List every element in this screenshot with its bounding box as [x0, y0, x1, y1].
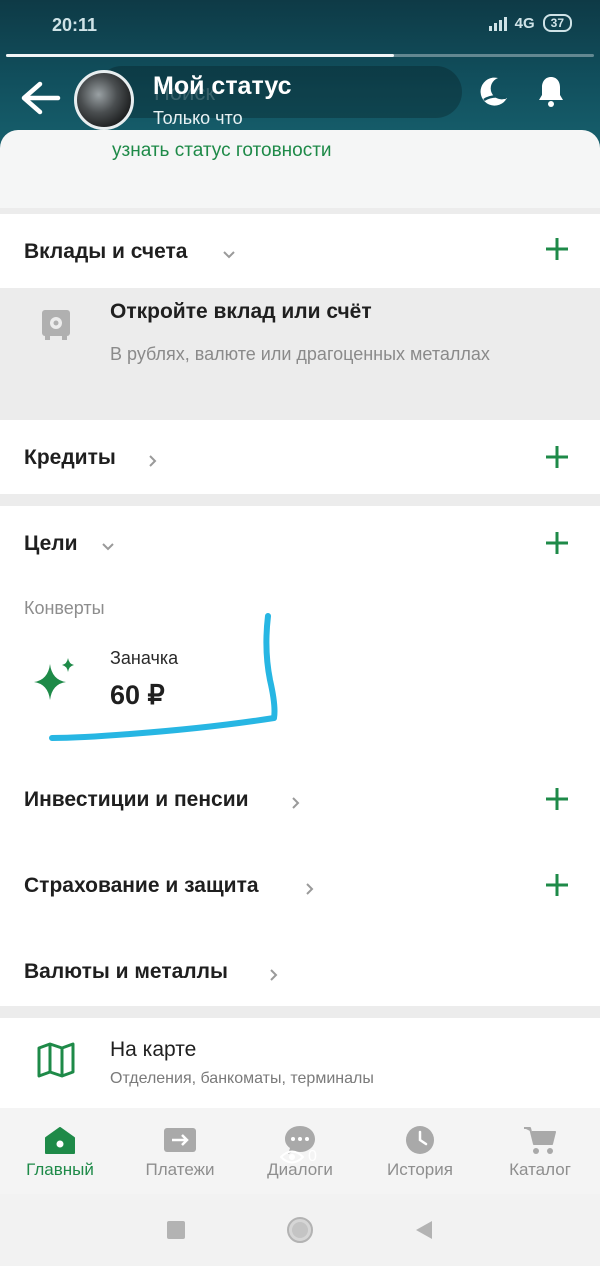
chevron-down-icon[interactable]: [100, 539, 116, 555]
chevron-right-icon[interactable]: [288, 795, 304, 811]
eye-icon: [280, 1150, 304, 1164]
story-progress-fill: [6, 54, 395, 57]
safe-icon: [42, 310, 70, 340]
network-type: 4G: [514, 14, 535, 32]
battery-icon: 37: [542, 14, 572, 32]
clock-icon: [406, 1126, 434, 1154]
nav-history[interactable]: История: [360, 1108, 480, 1194]
deposits-title[interactable]: Вклады и счета: [24, 240, 188, 264]
chevron-down-icon[interactable]: [221, 247, 237, 263]
add-insurance-button[interactable]: [544, 872, 570, 898]
status-bar: 20:11 4G 37: [0, 0, 600, 50]
chevron-right-icon: [149, 455, 157, 467]
nav-label: Платежи: [145, 1160, 215, 1179]
readiness-status-link[interactable]: узнать статус готовности: [112, 140, 332, 162]
credits-section[interactable]: Кредиты: [0, 420, 600, 494]
status-indicators: 4G 37: [488, 14, 572, 32]
nav-label: История: [387, 1160, 453, 1179]
add-credit-button[interactable]: [544, 444, 570, 470]
recent-apps-icon[interactable]: [162, 1216, 190, 1244]
back-button-icon[interactable]: [410, 1216, 438, 1244]
map-title: На карте: [110, 1038, 197, 1061]
handdrawn-annotation: [49, 613, 278, 741]
promo-title: Откройте вклад или счёт: [110, 300, 372, 323]
back-arrow-icon[interactable]: [18, 78, 62, 118]
nav-label: Каталог: [509, 1160, 571, 1179]
nav-catalog[interactable]: Каталог: [480, 1108, 600, 1194]
map-subtitle: Отделения, банкоматы, терминалы: [110, 1070, 374, 1087]
moon-icon[interactable]: [476, 74, 510, 108]
add-investment-button[interactable]: [544, 786, 570, 812]
views-count: 0: [308, 1148, 317, 1165]
status-time: 20:11: [52, 15, 98, 35]
nav-payments[interactable]: Платежи: [120, 1108, 240, 1194]
open-deposit-promo[interactable]: Откройте вклад или счёт В рублях, валюте…: [0, 288, 600, 408]
story-progress-bar: [6, 54, 594, 57]
currency-title[interactable]: Валюты и металлы: [24, 960, 228, 984]
insurance-title[interactable]: Страхование и защита: [24, 874, 259, 898]
readiness-status-card: узнать статус готовности: [0, 130, 600, 208]
system-nav-bar: [0, 1194, 600, 1266]
payments-icon: [164, 1128, 196, 1152]
map-icon: [37, 1042, 75, 1078]
nav-label: Главный: [26, 1160, 94, 1179]
goals-section: Цели Конверты Заначка 60 ₽ Инвестиции и …: [0, 506, 600, 1006]
credits-title: Кредиты: [24, 446, 116, 469]
nav-home[interactable]: Главный: [0, 1108, 120, 1194]
chevron-right-icon[interactable]: [302, 881, 318, 897]
story-header: 20:11 4G 37 Поиск Мой статус Только что: [0, 0, 600, 150]
promo-subtitle: В рублях, валюте или драгоценных металла…: [110, 344, 490, 364]
home-icon: [45, 1127, 75, 1154]
views-counter: 0: [280, 1148, 317, 1166]
signal-icon: [488, 15, 507, 31]
map-section[interactable]: На карте Отделения, банкоматы, терминалы: [0, 1018, 600, 1108]
home-button-icon[interactable]: [286, 1216, 314, 1244]
story-title: Мой статус: [153, 72, 292, 100]
chevron-right-icon[interactable]: [266, 967, 282, 983]
avatar[interactable]: [74, 70, 134, 130]
bell-icon[interactable]: [536, 74, 566, 108]
add-goal-button[interactable]: [544, 530, 570, 556]
investments-title[interactable]: Инвестиции и пенсии: [24, 788, 249, 812]
cart-icon: [524, 1127, 556, 1154]
deposits-section: Вклады и счета Откройте вклад или счёт В…: [0, 214, 600, 408]
story-time: Только что: [153, 108, 243, 128]
add-deposit-button[interactable]: [544, 236, 570, 262]
goals-title[interactable]: Цели: [24, 532, 78, 556]
